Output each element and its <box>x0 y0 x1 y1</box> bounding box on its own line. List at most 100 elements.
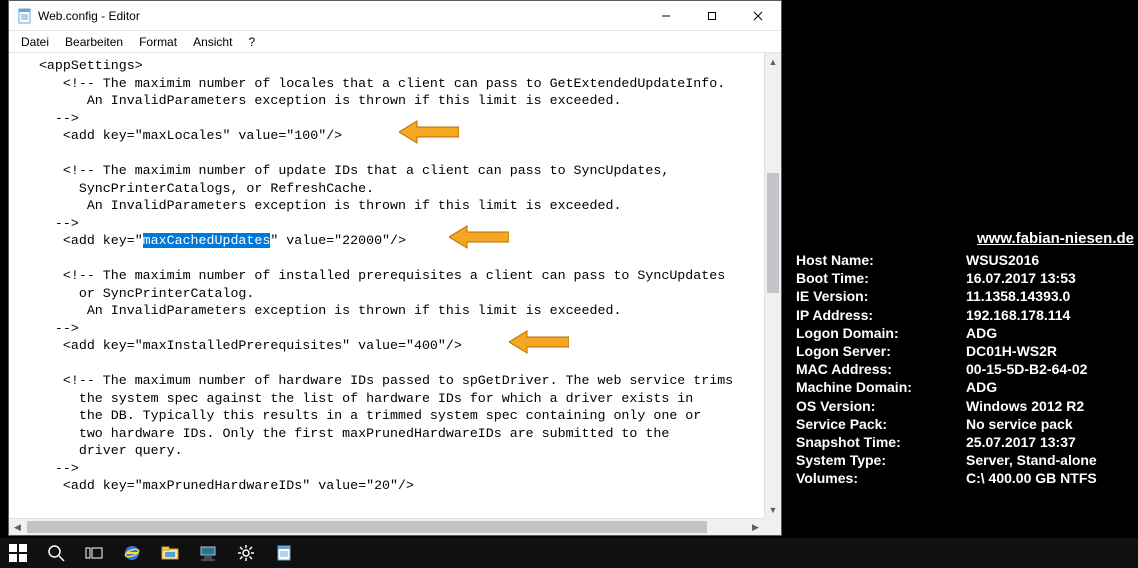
notepad-icon[interactable] <box>272 541 296 565</box>
info-row: Boot Time:16.07.2017 13:53 <box>796 269 1136 287</box>
info-row: Service Pack:No service pack <box>796 415 1136 433</box>
explorer-icon[interactable] <box>158 541 182 565</box>
info-label: Logon Domain: <box>796 324 966 342</box>
info-label: System Type: <box>796 451 966 469</box>
editor-body: <appSettings> <!-- The maximim number of… <box>9 53 781 535</box>
code-line: <add key="maxInstalledPrerequisites" val… <box>15 337 781 355</box>
info-value: Server, Stand-alone <box>966 451 1136 469</box>
info-value: Windows 2012 R2 <box>966 397 1136 415</box>
info-value: 25.07.2017 13:37 <box>966 433 1136 451</box>
info-row: IE Version:11.1358.14393.0 <box>796 287 1136 305</box>
info-value: 00-15-5D-B2-64-02 <box>966 360 1136 378</box>
info-label: Volumes: <box>796 469 966 487</box>
code-line <box>15 355 781 373</box>
code-line: the DB. Typically this results in a trim… <box>15 407 781 425</box>
code-line: --> <box>15 460 781 478</box>
desktop-info-panel: www.fabian-niesen.de Host Name:WSUS2016B… <box>796 230 1136 488</box>
settings-icon[interactable] <box>234 541 258 565</box>
menu-bearbeiten[interactable]: Bearbeiten <box>57 33 131 51</box>
code-line: <add key="maxCachedUpdates" value="22000… <box>15 232 781 250</box>
code-line <box>15 250 781 268</box>
info-value: No service pack <box>966 415 1136 433</box>
code-line: <!-- The maximim number of installed pre… <box>15 267 781 285</box>
info-value: 16.07.2017 13:53 <box>966 269 1136 287</box>
info-row: IP Address:192.168.178.114 <box>796 306 1136 324</box>
search-icon[interactable] <box>44 541 68 565</box>
info-label: Snapshot Time: <box>796 433 966 451</box>
code-line: --> <box>15 320 781 338</box>
menu-datei[interactable]: Datei <box>13 33 57 51</box>
info-row: Machine Domain:ADG <box>796 378 1136 396</box>
info-label: Service Pack: <box>796 415 966 433</box>
vertical-scroll-thumb[interactable] <box>767 173 779 293</box>
ie-icon[interactable] <box>120 541 144 565</box>
scroll-down-button[interactable]: ▼ <box>765 501 781 518</box>
code-line: <appSettings> <box>15 57 781 75</box>
info-row: Volumes:C:\ 400.00 GB NTFS <box>796 469 1136 487</box>
editor-window: Web.config - Editor Datei Bearbeiten For… <box>8 0 782 536</box>
code-line: two hardware IDs. Only the first maxPrun… <box>15 425 781 443</box>
arrow-max-installed-prerequisites <box>509 329 569 355</box>
window-title: Web.config - Editor <box>38 9 140 23</box>
info-value: ADG <box>966 378 1136 396</box>
code-line: <!-- The maximim number of update IDs th… <box>15 162 781 180</box>
info-value: C:\ 400.00 GB NTFS <box>966 469 1136 487</box>
code-line: SyncPrinterCatalogs, or RefreshCache. <box>15 180 781 198</box>
info-row: Host Name:WSUS2016 <box>796 251 1136 269</box>
menu-format[interactable]: Format <box>131 33 185 51</box>
arrow-max-locales <box>399 119 459 145</box>
code-line: <!-- The maximim number of locales that … <box>15 75 781 93</box>
menu-ansicht[interactable]: Ansicht <box>185 33 240 51</box>
editor-content[interactable]: <appSettings> <!-- The maximim number of… <box>9 53 781 535</box>
titlebar[interactable]: Web.config - Editor <box>9 1 781 31</box>
scroll-left-button[interactable]: ◀ <box>9 519 26 535</box>
taskbar <box>0 538 1138 568</box>
info-label: Boot Time: <box>796 269 966 287</box>
window-controls <box>643 1 781 30</box>
info-row: OS Version:Windows 2012 R2 <box>796 397 1136 415</box>
info-row: Logon Domain:ADG <box>796 324 1136 342</box>
menubar: Datei Bearbeiten Format Ansicht ? <box>9 31 781 53</box>
code-line: --> <box>15 110 781 128</box>
info-label: IE Version: <box>796 287 966 305</box>
maximize-button[interactable] <box>689 1 735 30</box>
menu-help[interactable]: ? <box>240 33 263 51</box>
code-line: driver query. <box>15 442 781 460</box>
info-label: Logon Server: <box>796 342 966 360</box>
info-row: Snapshot Time:25.07.2017 13:37 <box>796 433 1136 451</box>
vertical-scrollbar[interactable]: ▲ ▼ <box>764 53 781 518</box>
scroll-right-button[interactable]: ▶ <box>747 519 764 535</box>
start-icon[interactable] <box>6 541 30 565</box>
code-line: <add key="maxLocales" value="100"/> <box>15 127 781 145</box>
code-line: the system spec against the list of hard… <box>15 390 781 408</box>
scroll-up-button[interactable]: ▲ <box>765 53 781 70</box>
close-button[interactable] <box>735 1 781 30</box>
info-label: IP Address: <box>796 306 966 324</box>
code-line: An InvalidParameters exception is thrown… <box>15 197 781 215</box>
info-value: 192.168.178.114 <box>966 306 1136 324</box>
server-manager-icon[interactable] <box>196 541 220 565</box>
info-label: Machine Domain: <box>796 378 966 396</box>
code-line: --> <box>15 215 781 233</box>
code-text[interactable]: <appSettings> <!-- The maximim number of… <box>9 53 781 495</box>
info-value: ADG <box>966 324 1136 342</box>
code-line: or SyncPrinterCatalog. <box>15 285 781 303</box>
code-line: <!-- The maximum number of hardware IDs … <box>15 372 781 390</box>
code-line: <add key="maxPrunedHardwareIDs" value="2… <box>15 477 781 495</box>
info-label: OS Version: <box>796 397 966 415</box>
horizontal-scroll-thumb[interactable] <box>27 521 707 533</box>
arrow-max-cached-updates <box>449 224 509 250</box>
code-line: An InvalidParameters exception is thrown… <box>15 302 781 320</box>
code-line: An InvalidParameters exception is thrown… <box>15 92 781 110</box>
info-value: 11.1358.14393.0 <box>966 287 1136 305</box>
code-line <box>15 145 781 163</box>
taskview-icon[interactable] <box>82 541 106 565</box>
info-row: System Type:Server, Stand-alone <box>796 451 1136 469</box>
info-url: www.fabian-niesen.de <box>796 230 1136 247</box>
info-value: DC01H-WS2R <box>966 342 1136 360</box>
notepad-app-icon <box>17 8 33 24</box>
info-row: Logon Server:DC01H-WS2R <box>796 342 1136 360</box>
minimize-button[interactable] <box>643 1 689 30</box>
horizontal-scrollbar[interactable]: ◀ ▶ <box>9 518 764 535</box>
info-label: MAC Address: <box>796 360 966 378</box>
